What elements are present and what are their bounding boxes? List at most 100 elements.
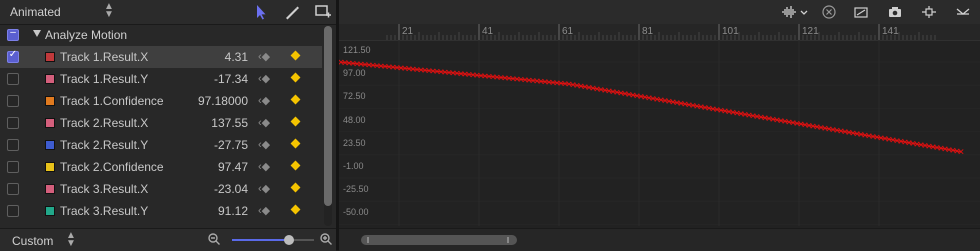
parameter-color-swatch [45,162,55,172]
value-axis-label: 97.00 [343,68,366,79]
graph-toolbar [339,0,980,25]
keyframe-diamond-icon[interactable] [290,138,301,149]
zoom-slider-knob[interactable] [284,235,295,245]
parameter-checkbox[interactable] [7,95,19,107]
parameter-row[interactable]: Track 3.Result.Y 91.12 ‹◆ [0,200,322,222]
parameter-row[interactable]: Track 2.Result.X 137.55 ‹◆ [0,112,322,134]
pen-icon[interactable] [283,3,301,21]
ruler-tick-label: 81 [642,26,654,37]
value-axis-label: 121.50 [343,45,371,55]
keyframe-diamond-icon[interactable] [290,160,301,171]
group-label: Analyze Motion [45,28,128,42]
graph-scroll-bar [339,228,980,251]
chevron-down-icon[interactable] [799,4,809,20]
parameter-checkbox[interactable] [7,73,19,85]
parameter-name: Track 3.Result.Y [60,204,149,218]
parameter-row[interactable]: Track 2.Result.Y -27.75 ‹◆ [0,134,322,156]
parameter-value[interactable]: 97.18000 [198,94,248,108]
parameter-color-swatch [45,52,55,62]
zoom-in-icon[interactable] [319,232,333,246]
parameter-color-swatch [45,118,55,128]
curve-set-chevron-icon[interactable]: ▲ ▼ [66,231,76,249]
keyframe-nav-icon[interactable]: ‹◆ [258,116,270,129]
ruler-tick-label: 101 [722,26,739,37]
ruler-tick-label: 21 [402,26,414,37]
keyframe-diamond-icon[interactable] [290,50,301,61]
clear-circle-icon[interactable] [821,4,837,20]
filter-popup-chevron-icon[interactable]: ▲ ▼ [104,2,114,20]
camera-icon[interactable] [887,4,903,20]
parameter-row[interactable]: Track 3.Result.X -23.04 ‹◆ [0,178,322,200]
parameter-checkbox[interactable]: ✓ [7,49,19,63]
parameter-checkbox[interactable] [7,139,19,151]
group-row[interactable]: – Analyze Motion [0,24,322,46]
vertical-scrollbar-thumb[interactable] [324,26,332,206]
parameter-row[interactable]: Track 1.Result.Y -17.34 ‹◆ [0,68,322,90]
keyframe-nav-icon[interactable]: ‹◆ [258,50,270,63]
parameter-row[interactable]: ✓ Track 1.Result.X 4.31 ‹◆ [0,46,322,68]
parameter-checkbox[interactable] [7,183,19,195]
zoom-out-icon[interactable] [207,232,221,246]
ruler-tick-label: 141 [882,26,899,37]
keyframe-diamond-icon[interactable] [290,72,301,83]
parameter-value[interactable]: -27.75 [214,138,248,152]
parameter-value[interactable]: -17.34 [214,72,248,86]
ruler-tick-label: 121 [802,26,819,37]
keyframe-diamond-icon[interactable] [290,204,301,215]
parameter-value[interactable]: -23.04 [214,182,248,196]
add-box-icon[interactable] [314,3,332,21]
parameter-name: Track 1.Confidence [60,94,164,108]
parameter-color-swatch [45,184,55,194]
horizontal-scrollbar-thumb[interactable] [361,235,517,245]
expand-graph-icon[interactable] [955,4,971,20]
keyframe-diamond-icon[interactable] [290,94,301,105]
parameter-color-swatch [45,206,55,216]
ruler-tick-label: 61 [562,26,574,37]
parameter-value[interactable]: 137.55 [211,116,248,130]
parameter-row[interactable]: Track 1.Confidence 97.18000 ‹◆ [0,90,322,112]
timeline-ruler[interactable]: 21 41 61 81 101 121 141 [339,24,980,41]
keyframe-nav-icon[interactable]: ‹◆ [258,204,270,217]
parameter-row[interactable]: Track 2.Confidence 97.47 ‹◆ [0,156,322,178]
zoom-slider-fill [232,239,290,241]
keyframe-diamond-icon[interactable] [290,116,301,127]
scroll-grip-right[interactable] [507,237,509,243]
parameter-value[interactable]: 97.47 [218,160,248,174]
keyframe-nav-icon[interactable]: ‹◆ [258,94,270,107]
parameter-checkbox[interactable] [7,117,19,129]
parameter-name: Track 1.Result.Y [60,72,149,86]
keyframe-nav-icon[interactable]: ‹◆ [258,138,270,151]
curve-plot-area[interactable]: 121.50 97.00 72.50 48.00 23.50 -1.00 -25.50 -50… [339,40,980,226]
animation-curve[interactable] [340,61,962,153]
value-axis-label: -50.00 [343,207,369,218]
parameter-name: Track 3.Result.X [60,182,149,196]
scroll-grip-left[interactable] [367,237,369,243]
parameter-checkbox[interactable] [7,205,19,217]
value-axis-label: -1.00 [343,161,364,171]
keyframe-nav-icon[interactable]: ‹◆ [258,182,270,195]
zoom-slider[interactable] [232,235,314,245]
parameter-list-panel: Animated ▲ ▼ – Analyze Motion ✓ Track 1.Re… [0,0,336,251]
parameter-color-swatch [45,140,55,150]
vertical-scrollbar[interactable] [324,26,332,226]
curve-plot[interactable] [339,40,980,226]
value-axis-label: 48.00 [343,114,366,125]
group-checkbox[interactable]: – [7,27,19,41]
disclosure-triangle-icon[interactable] [33,30,41,37]
parameter-name: Track 2.Result.X [60,116,149,130]
filter-popup-label[interactable]: Animated [10,5,61,19]
keyframe-nav-icon[interactable]: ‹◆ [258,160,270,173]
parameter-value[interactable]: 91.12 [218,204,248,218]
snap-icon[interactable] [921,4,937,20]
curve-set-popup-label[interactable]: Custom [12,234,53,248]
fit-curves-icon[interactable] [853,4,869,20]
parameter-list-toolbar: Animated ▲ ▼ [0,0,336,25]
parameter-color-swatch [45,74,55,84]
parameter-name: Track 1.Result.X [60,50,149,64]
parameter-checkbox[interactable] [7,161,19,173]
keyframe-nav-icon[interactable]: ‹◆ [258,72,270,85]
parameter-value[interactable]: 4.31 [225,50,248,64]
audio-waveform-icon[interactable] [781,4,797,20]
arrow-select-icon[interactable] [252,3,270,21]
keyframe-diamond-icon[interactable] [290,182,301,193]
